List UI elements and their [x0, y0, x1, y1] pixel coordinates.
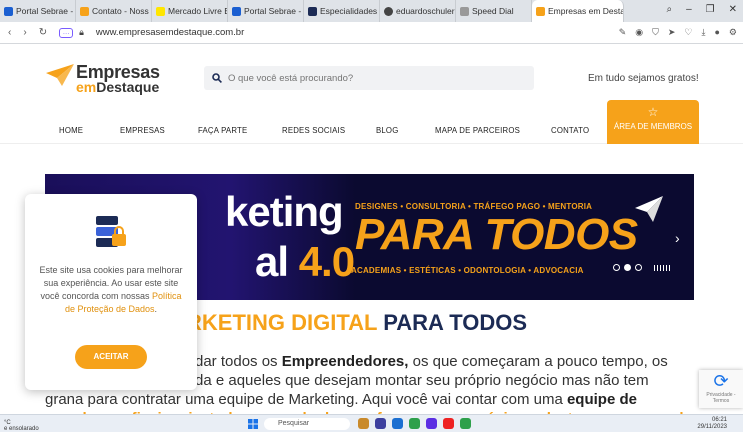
recaptcha-icon: ⟳ — [713, 371, 729, 391]
teams-icon[interactable] — [375, 418, 386, 429]
banner-headline: PARA TODOS — [355, 210, 638, 259]
banner-text-line2: al 4.0 — [255, 238, 355, 285]
browser-tab[interactable]: Portal Sebrae - — [0, 0, 76, 22]
slider-dot-active[interactable] — [624, 264, 631, 271]
tab-favicon-icon — [80, 6, 89, 16]
browser-tab-active[interactable]: Empresas em Desta✕ — [532, 0, 624, 22]
menu-item-mapa-de-parceiros[interactable]: MAPA DE PARCEIROS — [435, 126, 520, 135]
search-bar — [204, 66, 534, 90]
settings-icon[interactable]: ⚙ — [729, 27, 737, 38]
chrome-icon[interactable] — [460, 418, 471, 429]
close-window-icon[interactable]: ✕ — [729, 4, 737, 15]
section-headline: RKETING DIGITAL PARA TODOS — [186, 310, 528, 335]
logo-line2: emDestaque — [76, 79, 160, 95]
tab-favicon-icon — [4, 6, 13, 16]
menu-item-blog[interactable]: BLOG — [376, 126, 398, 135]
opera-icon[interactable] — [443, 418, 454, 429]
send-icon[interactable]: ➤ — [668, 27, 676, 38]
menu-item-empresas[interactable]: EMPRESAS — [120, 126, 165, 135]
chrome-icon[interactable] — [409, 418, 420, 429]
slider-dots — [613, 264, 670, 271]
weather-widget[interactable]: °C e ensolarado — [4, 420, 39, 432]
star-icon: ☆ — [647, 105, 659, 119]
edge-icon[interactable] — [392, 418, 403, 429]
profile-icon[interactable]: ● — [714, 27, 719, 38]
file-explorer-icon[interactable] — [358, 418, 369, 429]
browser-tab[interactable]: Especialidades — [304, 0, 380, 22]
tab-favicon-icon — [384, 6, 393, 16]
tab-favicon-icon — [232, 6, 241, 16]
site-info-icon[interactable]: … — [59, 27, 74, 38]
menu-item-faca-parte[interactable]: FAÇA PARTE — [198, 126, 247, 135]
forward-icon[interactable]: › — [23, 27, 26, 38]
banner-services-bottom: ACADEMIAS • ESTÉTICAS • ODONTOLOGIA • AD… — [351, 266, 584, 275]
minimize-icon[interactable]: – — [686, 4, 692, 15]
slider-progress-icon — [654, 264, 670, 271]
search-input[interactable] — [228, 72, 528, 84]
cookie-consent-popup: Este site usa cookies para melhorar sua … — [25, 194, 197, 390]
tab-favicon-icon — [536, 6, 545, 16]
accept-cookies-button[interactable]: ACEITAR — [75, 345, 147, 369]
recaptcha-badge[interactable]: ⟳ Privacidade - Termos — [699, 370, 743, 408]
banner-text-line1: keting — [225, 188, 344, 235]
server-lock-icon — [96, 216, 126, 247]
cookie-text: Este site usa cookies para melhorar sua … — [39, 265, 183, 314]
browser-tab[interactable]: Contato - Noss — [76, 0, 152, 22]
menu-item-contato[interactable]: CONTATO — [551, 126, 589, 135]
menu-item-home[interactable]: HOME — [59, 126, 83, 135]
maximize-icon[interactable]: ❐ — [706, 4, 715, 15]
browser-tab[interactable]: Speed Dial — [456, 0, 532, 22]
tagline: Em tudo sejamos gratos! — [588, 73, 699, 84]
paper-plane-logo-icon — [46, 64, 74, 86]
slider-dot[interactable] — [613, 264, 620, 271]
tab-favicon-icon — [308, 6, 317, 16]
windows-start-icon[interactable] — [248, 419, 258, 429]
app-icon[interactable] — [426, 418, 437, 429]
taskbar: °C e ensolarado Pesquisar 06:21 29/11/2023 — [0, 414, 743, 432]
chevron-right-icon[interactable]: › — [675, 230, 680, 246]
edit-icon[interactable]: ✎ — [619, 27, 627, 38]
members-area-button[interactable]: ☆ ÁREA DE MEMBROS — [607, 100, 699, 144]
browser-tab[interactable]: Portal Sebrae - — [228, 0, 304, 22]
reload-icon[interactable]: ↻ — [39, 27, 47, 38]
site-logo[interactable]: Empresas emDestaque — [46, 62, 170, 96]
slider-dot[interactable] — [635, 264, 642, 271]
browser-tab-bar: Portal Sebrae - Contato - Noss Mercado L… — [0, 0, 743, 22]
camera-icon[interactable]: ◉ — [635, 27, 643, 38]
taskbar-clock[interactable]: 06:21 29/11/2023 — [697, 417, 727, 431]
address-bar: ‹ › ↻ … 🔒︎ www.empresasemdestaque.com.br… — [0, 22, 743, 44]
heart-icon[interactable]: ♡ — [684, 27, 692, 38]
lock-icon: 🔒︎ — [79, 27, 84, 37]
tab-favicon-icon — [156, 6, 165, 16]
browser-tab[interactable]: Mercado Livre E — [152, 0, 228, 22]
shield-icon[interactable]: ⛉ — [652, 27, 659, 38]
browser-tab[interactable]: eduardoschuler — [380, 0, 456, 22]
taskbar-apps — [358, 418, 471, 429]
paper-plane-icon — [635, 196, 663, 222]
menu-item-redes-sociais[interactable]: REDES SOCIAIS — [282, 126, 345, 135]
url-field[interactable]: www.empresasemdestaque.com.br — [96, 27, 244, 38]
window-controls: ⌕ – ❐ ✕ — [666, 4, 737, 15]
taskbar-search[interactable]: Pesquisar — [264, 418, 350, 430]
search-icon[interactable] — [212, 73, 222, 83]
search-tabs-icon[interactable]: ⌕ — [666, 4, 672, 15]
site-header: Empresas emDestaque Em tudo sejamos grat… — [0, 44, 743, 144]
speed-dial-icon — [460, 6, 469, 16]
download-icon[interactable]: ⤓ — [702, 27, 706, 38]
back-icon[interactable]: ‹ — [8, 27, 11, 38]
